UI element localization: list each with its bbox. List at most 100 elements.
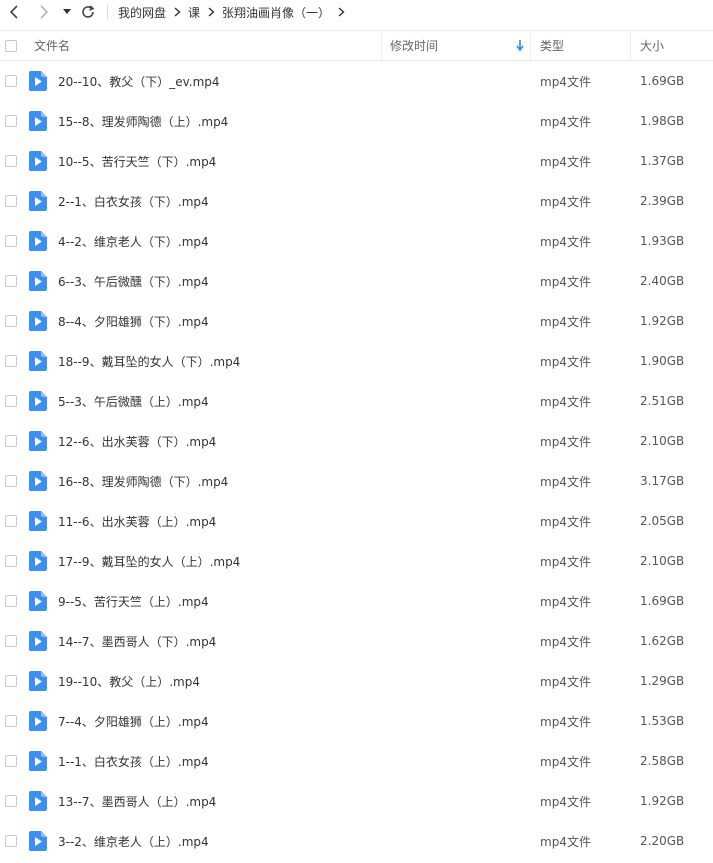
row-checkbox[interactable] <box>5 235 17 247</box>
row-checkbox[interactable] <box>5 315 17 327</box>
row-checkbox[interactable] <box>5 635 17 647</box>
file-list-header: 文件名 修改时间 类型 大小 <box>0 30 713 61</box>
refresh-button[interactable] <box>78 0 98 24</box>
file-size: 2.58GB <box>640 754 685 768</box>
chevron-right-icon[interactable] <box>330 7 352 17</box>
video-file-icon <box>29 751 47 771</box>
file-name[interactable]: 9--5、苦行天竺（上）.mp4 <box>58 581 209 621</box>
table-row[interactable]: 15--8、理发师陶德（上）.mp4 mp4文件 1.98GB <box>0 101 713 141</box>
column-header-type[interactable]: 类型 <box>540 31 564 60</box>
column-header-size[interactable]: 大小 <box>640 31 664 60</box>
file-type: mp4文件 <box>540 114 591 129</box>
row-checkbox[interactable] <box>5 555 17 567</box>
table-row[interactable]: 11--6、出水芙蓉（上）.mp4 mp4文件 2.05GB <box>0 501 713 541</box>
file-name[interactable]: 14--7、墨西哥人（下）.mp4 <box>58 621 216 661</box>
breadcrumb-item-folder[interactable]: 课 <box>188 4 200 21</box>
file-size: 1.90GB <box>640 354 685 368</box>
file-size: 1.62GB <box>640 634 685 648</box>
file-name[interactable]: 3--2、维京老人（上）.mp4 <box>58 821 209 861</box>
file-name[interactable]: 7--4、夕阳雄狮（上）.mp4 <box>58 701 209 741</box>
file-size: 2.51GB <box>640 394 685 408</box>
file-name[interactable]: 18--9、戴耳坠的女人（下）.mp4 <box>58 341 240 381</box>
table-row[interactable]: 7--4、夕阳雄狮（上）.mp4 mp4文件 1.53GB <box>0 701 713 741</box>
file-type: mp4文件 <box>540 74 591 89</box>
file-name[interactable]: 16--8、理发师陶德（下）.mp4 <box>58 461 228 501</box>
column-header-modified[interactable]: 修改时间 <box>390 31 438 60</box>
table-row[interactable]: 12--6、出水芙蓉（下）.mp4 mp4文件 2.10GB <box>0 421 713 461</box>
navigation-toolbar: 我的网盘 课 张翔油画肖像（一） <box>0 0 713 24</box>
file-name[interactable]: 2--1、白衣女孩（下）.mp4 <box>58 181 209 221</box>
row-checkbox[interactable] <box>5 355 17 367</box>
file-name[interactable]: 4--2、维京老人（下）.mp4 <box>58 221 209 261</box>
file-name[interactable]: 17--9、戴耳坠的女人（上）.mp4 <box>58 541 240 581</box>
row-checkbox[interactable] <box>5 75 17 87</box>
table-row[interactable]: 20--10、教父（下）_ev.mp4 mp4文件 1.69GB <box>0 61 713 101</box>
table-row[interactable]: 8--4、夕阳雄狮（下）.mp4 mp4文件 1.92GB <box>0 301 713 341</box>
file-size: 1.69GB <box>640 594 685 608</box>
row-checkbox[interactable] <box>5 475 17 487</box>
file-name[interactable]: 1--1、白衣女孩（上）.mp4 <box>58 741 209 781</box>
file-type: mp4文件 <box>540 754 591 769</box>
history-dropdown-button[interactable] <box>60 0 74 24</box>
file-name[interactable]: 10--5、苦行天竺（下）.mp4 <box>58 141 216 181</box>
video-file-icon <box>29 671 47 691</box>
video-file-icon <box>29 711 47 731</box>
row-checkbox[interactable] <box>5 195 17 207</box>
chevron-right-icon <box>200 7 222 17</box>
video-file-icon <box>29 351 47 371</box>
refresh-icon <box>82 5 95 18</box>
row-checkbox[interactable] <box>5 155 17 167</box>
row-checkbox[interactable] <box>5 795 17 807</box>
table-row[interactable]: 9--5、苦行天竺（上）.mp4 mp4文件 1.69GB <box>0 581 713 621</box>
video-file-icon <box>29 271 47 291</box>
table-row[interactable]: 14--7、墨西哥人（下）.mp4 mp4文件 1.62GB <box>0 621 713 661</box>
row-checkbox[interactable] <box>5 275 17 287</box>
sort-down-icon[interactable] <box>516 31 524 60</box>
file-name[interactable]: 11--6、出水芙蓉（上）.mp4 <box>58 501 216 541</box>
file-size: 1.53GB <box>640 714 685 728</box>
breadcrumb-item-root[interactable]: 我的网盘 <box>118 4 166 21</box>
table-row[interactable]: 1--1、白衣女孩（上）.mp4 mp4文件 2.58GB <box>0 741 713 781</box>
file-name[interactable]: 12--6、出水芙蓉（下）.mp4 <box>58 421 216 461</box>
column-divider <box>630 31 631 60</box>
table-row[interactable]: 2--1、白衣女孩（下）.mp4 mp4文件 2.39GB <box>0 181 713 221</box>
row-checkbox[interactable] <box>5 835 17 847</box>
video-file-icon <box>29 431 47 451</box>
column-header-name[interactable]: 文件名 <box>34 31 70 60</box>
back-icon <box>9 5 18 19</box>
table-row[interactable]: 10--5、苦行天竺（下）.mp4 mp4文件 1.37GB <box>0 141 713 181</box>
table-row[interactable]: 17--9、戴耳坠的女人（上）.mp4 mp4文件 2.10GB <box>0 541 713 581</box>
file-name[interactable]: 13--7、墨西哥人（上）.mp4 <box>58 781 216 821</box>
table-row[interactable]: 5--3、午后微醺（上）.mp4 mp4文件 2.51GB <box>0 381 713 421</box>
file-size: 1.92GB <box>640 794 685 808</box>
table-row[interactable]: 13--7、墨西哥人（上）.mp4 mp4文件 1.92GB <box>0 781 713 821</box>
row-checkbox[interactable] <box>5 395 17 407</box>
select-all-checkbox[interactable] <box>5 40 17 52</box>
forward-button[interactable] <box>34 0 54 24</box>
row-checkbox[interactable] <box>5 755 17 767</box>
row-checkbox[interactable] <box>5 675 17 687</box>
row-checkbox[interactable] <box>5 515 17 527</box>
video-file-icon <box>29 151 47 171</box>
file-name[interactable]: 6--3、午后微醺（下）.mp4 <box>58 261 209 301</box>
row-checkbox[interactable] <box>5 595 17 607</box>
breadcrumb-item-current[interactable]: 张翔油画肖像（一） <box>222 4 330 21</box>
row-checkbox[interactable] <box>5 435 17 447</box>
table-row[interactable]: 4--2、维京老人（下）.mp4 mp4文件 1.93GB <box>0 221 713 261</box>
file-list: 20--10、教父（下）_ev.mp4 mp4文件 1.69GB 15--8、理发师陶… <box>0 61 713 861</box>
table-row[interactable]: 6--3、午后微醺（下）.mp4 mp4文件 2.40GB <box>0 261 713 301</box>
row-checkbox[interactable] <box>5 715 17 727</box>
file-name[interactable]: 20--10、教父（下）_ev.mp4 <box>58 61 220 101</box>
back-button[interactable] <box>4 0 24 24</box>
table-row[interactable]: 16--8、理发师陶德（下）.mp4 mp4文件 3.17GB <box>0 461 713 501</box>
table-row[interactable]: 19--10、教父（上）.mp4 mp4文件 1.29GB <box>0 661 713 701</box>
table-row[interactable]: 18--9、戴耳坠的女人（下）.mp4 mp4文件 1.90GB <box>0 341 713 381</box>
table-row[interactable]: 3--2、维京老人（上）.mp4 mp4文件 2.20GB <box>0 821 713 861</box>
video-file-icon <box>29 111 47 131</box>
file-name[interactable]: 5--3、午后微醺（上）.mp4 <box>58 381 209 421</box>
file-name[interactable]: 8--4、夕阳雄狮（下）.mp4 <box>58 301 209 341</box>
file-type: mp4文件 <box>540 834 591 849</box>
row-checkbox[interactable] <box>5 115 17 127</box>
file-name[interactable]: 19--10、教父（上）.mp4 <box>58 661 200 701</box>
file-name[interactable]: 15--8、理发师陶德（上）.mp4 <box>58 101 228 141</box>
